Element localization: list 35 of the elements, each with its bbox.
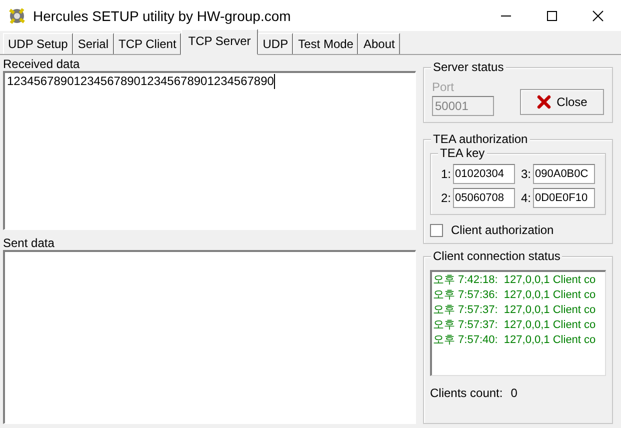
window-title: Hercules SETUP utility by HW-group.com bbox=[33, 8, 292, 24]
log-entry: 오후 7:57:37: 127,0,0,1 Client co bbox=[433, 303, 597, 318]
log-entry: 오후 7:57:40: 127,0,0,1 Client co bbox=[433, 333, 597, 348]
group-title: TEA authorization bbox=[431, 132, 530, 146]
key-field[interactable]: 0D0E0F10 bbox=[533, 188, 595, 208]
checkbox-label: Client authorization bbox=[451, 223, 554, 237]
count-value: 0 bbox=[510, 386, 518, 400]
tab[interactable]: UDP Setup bbox=[3, 33, 73, 54]
tab[interactable]: UDP bbox=[258, 33, 294, 54]
tab[interactable]: TCP Server bbox=[181, 29, 258, 55]
key-index: 1: bbox=[440, 167, 451, 181]
count-label: Clients count: bbox=[430, 386, 503, 400]
tab[interactable]: Test Mode bbox=[293, 33, 358, 54]
group-title: Server status bbox=[431, 60, 506, 74]
close-button[interactable]: Close bbox=[520, 89, 604, 115]
log-entry: 오후 7:42:18: 127,0,0,1 Client co bbox=[433, 273, 597, 288]
port-label: Port bbox=[432, 80, 456, 94]
tab[interactable]: Serial bbox=[72, 33, 114, 54]
key-index: 3: bbox=[520, 167, 531, 181]
group-title: TEA key bbox=[438, 146, 487, 160]
tab[interactable]: About bbox=[358, 33, 400, 54]
received-data-area[interactable]: 1234567890123456789012345678901234567890 bbox=[3, 71, 416, 230]
field-label: Received data bbox=[3, 57, 81, 71]
checkbox[interactable] bbox=[430, 224, 443, 236]
key-index: 4: bbox=[520, 191, 531, 205]
key-field[interactable]: 090A0B0C bbox=[533, 164, 595, 184]
key-index: 2: bbox=[440, 191, 451, 205]
x-icon bbox=[536, 95, 551, 109]
log-entry: 오후 7:57:36: 127,0,0,1 Client co bbox=[433, 288, 597, 303]
log-entry: 오후 7:57:37: 127,0,0,1 Client co bbox=[433, 318, 597, 333]
app-icon bbox=[7, 6, 27, 26]
group-title: Client connection status bbox=[431, 249, 562, 263]
key-field[interactable]: 01020304 bbox=[453, 164, 515, 184]
key-field[interactable]: 05060708 bbox=[453, 188, 515, 208]
field-label: Sent data bbox=[3, 236, 56, 250]
